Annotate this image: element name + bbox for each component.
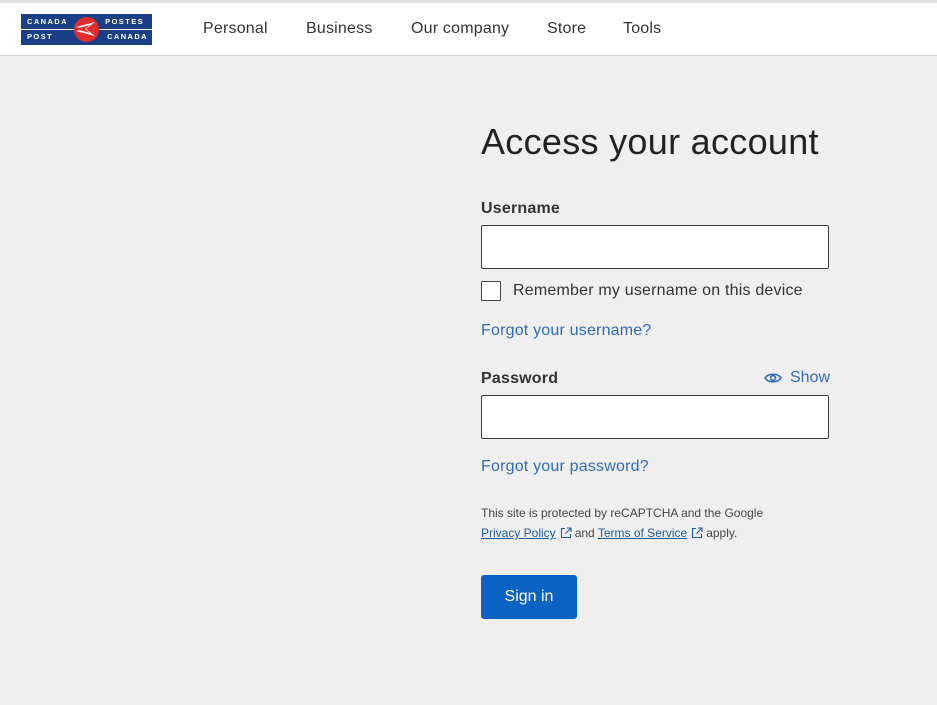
top-navigation-bar: CANADA POST POSTES CANADA Personal Busin…	[0, 0, 937, 56]
recaptcha-apply: apply.	[706, 526, 738, 540]
page-title: Access your account	[481, 121, 819, 162]
terms-of-service-link[interactable]: Terms of Service	[598, 526, 687, 540]
forgot-password-link[interactable]: Forgot your password?	[481, 458, 649, 476]
logo-text-postes: POSTES	[105, 17, 144, 26]
recaptcha-notice: This site is protected by reCAPTCHA and …	[481, 506, 764, 520]
external-link-icon	[692, 527, 703, 539]
remember-username-label[interactable]: Remember my username on this device	[513, 282, 803, 300]
canada-post-logo[interactable]: CANADA POST POSTES CANADA	[21, 14, 152, 45]
privacy-policy-link[interactable]: Privacy Policy	[481, 526, 556, 540]
sign-in-button[interactable]: Sign in	[481, 575, 577, 619]
show-password-toggle[interactable]: Show	[764, 369, 830, 387]
password-input[interactable]	[481, 395, 829, 439]
nav-personal[interactable]: Personal	[203, 20, 268, 38]
recaptcha-links-line: Privacy Policy and Terms of Service apply.	[481, 526, 737, 540]
username-label: Username	[481, 200, 560, 217]
password-label: Password	[481, 370, 559, 387]
eye-icon	[764, 373, 782, 383]
nav-store[interactable]: Store	[547, 20, 586, 38]
nav-our-company[interactable]: Our company	[411, 20, 509, 38]
logo-text-canada: CANADA	[27, 17, 68, 26]
logo-text-canada-fr: CANADA	[107, 32, 148, 41]
recaptcha-and: and	[574, 526, 595, 540]
external-link-icon	[560, 527, 572, 539]
nav-tools[interactable]: Tools	[623, 20, 661, 38]
username-input[interactable]	[481, 225, 829, 269]
show-password-label: Show	[790, 369, 831, 386]
remember-username-checkbox[interactable]	[481, 281, 501, 301]
canada-post-emblem-icon	[74, 17, 99, 42]
nav-business[interactable]: Business	[306, 20, 373, 38]
logo-text-post: POST	[27, 32, 54, 41]
forgot-username-link[interactable]: Forgot your username?	[481, 322, 652, 340]
